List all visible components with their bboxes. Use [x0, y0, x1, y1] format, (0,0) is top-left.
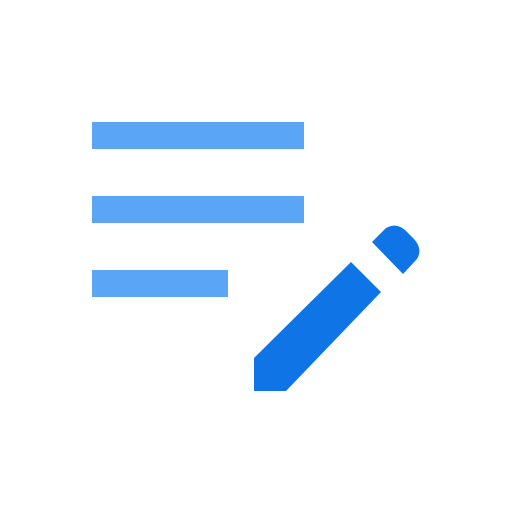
text-line-3-icon — [92, 270, 228, 297]
icon-canvas — [0, 0, 512, 512]
background — [0, 0, 512, 512]
edit-note-icon — [0, 0, 512, 512]
text-line-1-icon — [92, 122, 304, 149]
text-line-2-icon — [92, 196, 304, 223]
